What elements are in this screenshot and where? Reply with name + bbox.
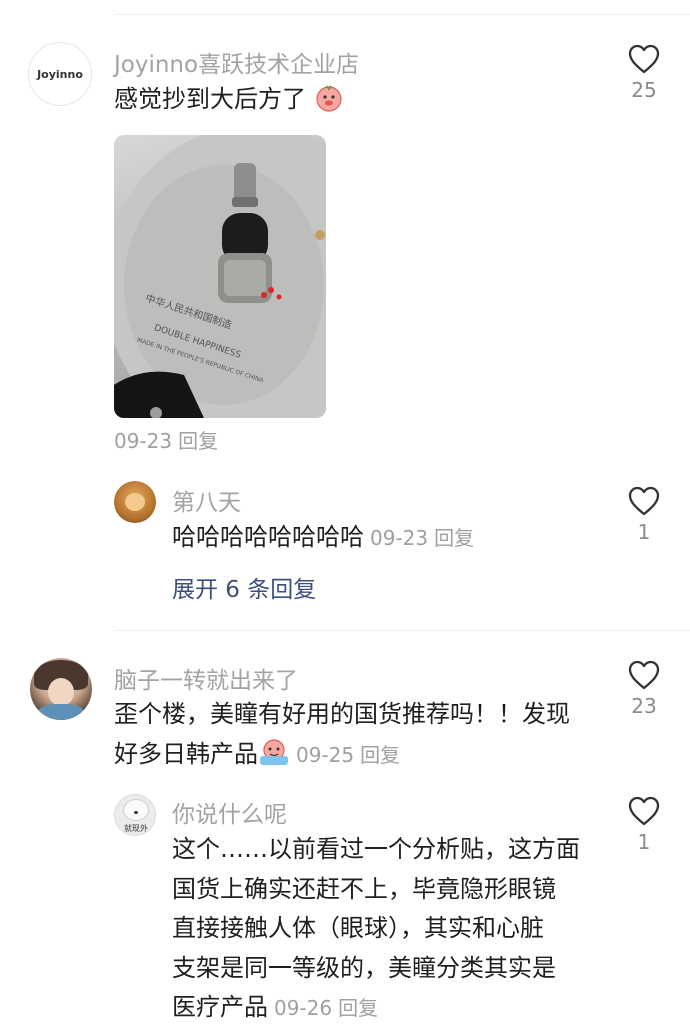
like-count: 1 [637,830,651,854]
like-button[interactable]: 25 [614,44,674,102]
comment-date: 09-23 [114,429,173,453]
like-count: 25 [631,78,657,102]
reply-date: 09-23 [370,526,429,550]
pressure-cooker-photo [114,135,326,418]
comment-text-content: 感觉抄到大后方了 [114,85,306,113]
reply-text-block: 这个……以前看过一个分析贴，这方面 国货上确实还赶不上，毕竟隐形眼镜 直接接触人… [172,830,580,1030]
comment-meta: 09-23 回复 [114,426,218,458]
comment-text: 感觉抄到大后方了 [114,79,344,119]
reply-text-row: 哈哈哈哈哈哈哈哈 09-23 回复 [172,519,474,558]
avatar-cat [125,493,145,511]
reply-date: 09-26 [274,996,333,1020]
reply-username[interactable]: 第八天 [172,483,241,517]
avatar-face [48,678,74,706]
avatar-shirt [38,704,84,720]
reply-text-line: 直接接触人体（眼球），其实和心脏 [172,914,544,942]
avatar-dog [123,799,149,821]
like-count: 1 [637,520,651,544]
reply-avatar[interactable]: 就现外 [114,794,156,836]
avatar-caption: 就现外 [124,824,148,833]
reply-button[interactable]: 回复 [434,526,474,550]
like-button[interactable]: 23 [614,660,674,718]
comment-username[interactable]: Joyinno喜跃技术企业店 [114,45,359,79]
reply-username[interactable]: 你说什么呢 [172,795,287,829]
comment-divider [114,630,690,631]
reply-text-line: 医疗产品 [172,993,268,1021]
reply-like-button[interactable]: 1 [614,796,674,854]
crying-emoji-icon [260,739,288,765]
heart-outline-icon [628,486,660,516]
heart-outline-icon [628,44,660,74]
expand-replies-link[interactable]: 展开 6 条回复 [172,570,316,604]
reply-button[interactable]: 回复 [338,996,378,1020]
comment-text-line1: 歪个楼，美瞳有好用的国货推荐吗！！发现 [114,700,570,728]
reply-button[interactable]: 回复 [178,429,218,453]
reply-like-button[interactable]: 1 [614,486,674,544]
reply-text-line: 这个……以前看过一个分析贴，这方面 [172,835,580,863]
heart-outline-icon [628,660,660,690]
reply-text: 哈哈哈哈哈哈哈哈 [172,523,364,551]
comment-text-line2-row: 好多日韩产品 09-25 回复 [114,734,400,777]
avatar[interactable]: Joyinno [28,42,92,106]
reply-button[interactable]: 回复 [360,743,400,767]
reply-last-line-row: 医疗产品 09-26 回复 [172,988,580,1030]
comment-text-line2: 好多日韩产品 [114,740,258,768]
avatar[interactable] [30,658,92,720]
comment-date: 09-25 [296,743,355,767]
like-count: 23 [631,694,657,718]
reply-avatar[interactable] [114,481,156,523]
top-divider [114,14,690,15]
avatar-dog-nose [134,811,138,814]
reply-text-line: 支架是同一等级的，美瞳分类其实是 [172,953,556,982]
reply-text-line: 国货上确实还赶不上，毕竟隐形眼镜 [172,874,556,903]
heart-outline-icon [628,796,660,826]
avatar-logo-text: Joyinno [37,67,83,81]
emoji-icon [316,85,342,112]
comment-username[interactable]: 脑子一转就出来了 [114,661,298,695]
comment-image[interactable]: 中华人民共和国制造 DOUBLE HAPPINESS MADE IN THE P… [114,135,326,418]
